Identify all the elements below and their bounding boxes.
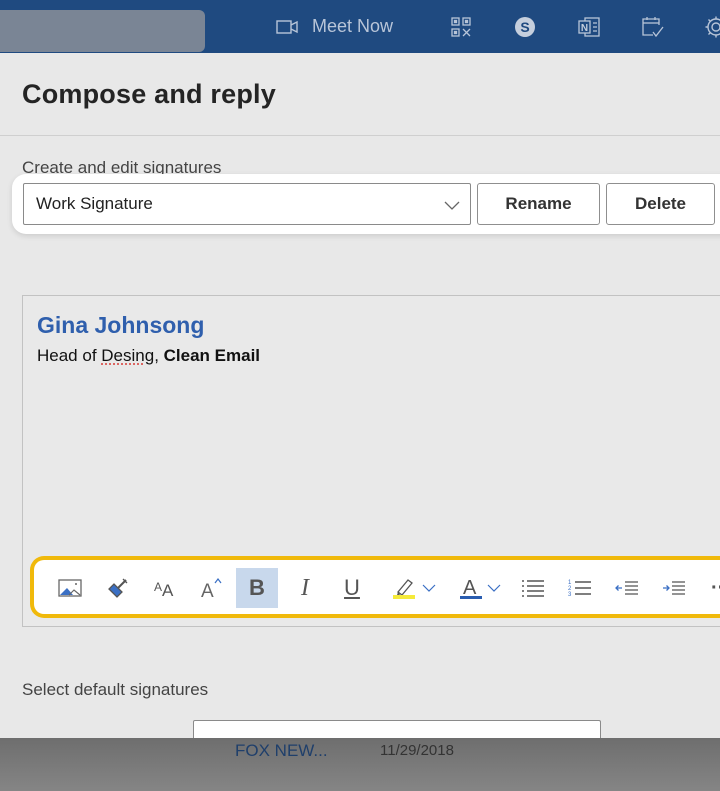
svg-text:A: A [201, 581, 214, 599]
more-icon: ··· [711, 576, 720, 599]
font-color-icon: A [459, 576, 483, 600]
increase-indent-icon [662, 580, 686, 596]
underline-icon: U [344, 575, 360, 600]
picture-icon [58, 579, 82, 597]
signature-select[interactable]: Work Signature [23, 183, 471, 225]
increase-indent-button[interactable] [653, 568, 695, 608]
numbered-list-icon: 123 [568, 578, 592, 598]
grow-font-button[interactable]: A [191, 568, 233, 608]
signature-company: Clean Email [163, 346, 261, 365]
decrease-indent-button[interactable] [606, 568, 648, 608]
signature-select-row: Work Signature Rename Delete [12, 174, 720, 234]
calendar-check-icon[interactable] [641, 0, 665, 53]
grow-font-icon: A [200, 577, 224, 599]
highlight-button[interactable] [384, 568, 444, 608]
svg-text:N: N [581, 23, 588, 34]
meet-now-label: Meet Now [312, 16, 394, 36]
svg-text:A: A [463, 577, 477, 599]
svg-text:S: S [520, 19, 529, 35]
mail-date: 11/29/2018 [380, 742, 454, 759]
signature-select-value: Work Signature [36, 194, 153, 213]
italic-button[interactable]: I [284, 568, 326, 608]
chevron-down-icon [444, 196, 460, 216]
italic-icon: I [301, 574, 309, 601]
search-box[interactable] [0, 10, 205, 52]
divider [0, 135, 720, 136]
signature-title-prefix: Head of [37, 346, 102, 365]
video-camera-icon [276, 19, 298, 34]
qr-code-icon[interactable] [451, 0, 471, 53]
signature-name-text: Gina Johnsong [37, 312, 205, 338]
bullets-button[interactable] [512, 568, 554, 608]
decrease-indent-icon [615, 580, 639, 596]
rename-button[interactable]: Rename [477, 183, 600, 225]
top-bar: Meet Now S N [0, 0, 720, 53]
misspelled-word: Desing [101, 346, 155, 365]
underline-button[interactable]: U [331, 568, 373, 608]
mail-list-overlay: FOX NEW... 11/29/2018 [0, 738, 720, 791]
svg-text:3: 3 [568, 592, 572, 598]
font-size-icon: AA [153, 578, 177, 598]
meet-now-button[interactable]: Meet Now [276, 0, 393, 53]
svg-text:A: A [154, 580, 162, 594]
format-painter-button[interactable] [97, 568, 139, 608]
settings-gear-icon[interactable] [704, 0, 720, 53]
svg-text:A: A [162, 581, 174, 598]
mail-sender[interactable]: FOX NEW... [235, 741, 328, 761]
highlighter-icon [392, 577, 418, 599]
more-options-button[interactable]: ··· [700, 568, 720, 608]
bold-icon: B [249, 575, 265, 600]
bold-button[interactable]: B [236, 568, 278, 608]
signature-title-separator: , [154, 346, 164, 365]
font-size-button[interactable]: AA [144, 568, 186, 608]
select-default-label: Select default signatures [22, 680, 209, 699]
paintbrush-icon [106, 576, 130, 600]
default-signature-select[interactable] [193, 720, 601, 738]
delete-button[interactable]: Delete [606, 183, 715, 225]
formatting-toolbar: AA A B I U A 123 · [30, 556, 720, 618]
font-color-button[interactable]: A [450, 568, 510, 608]
numbering-button[interactable]: 123 [559, 568, 601, 608]
page-title: Compose and reply [22, 79, 276, 109]
signature-title-line: Head of Desing, Clean Email [37, 346, 260, 366]
onenote-icon[interactable]: N [578, 0, 600, 53]
chevron-down-icon [422, 584, 436, 592]
skype-icon[interactable]: S [514, 0, 536, 53]
chevron-down-icon [487, 584, 501, 592]
insert-picture-button[interactable] [49, 568, 91, 608]
bulleted-list-icon [521, 579, 545, 597]
